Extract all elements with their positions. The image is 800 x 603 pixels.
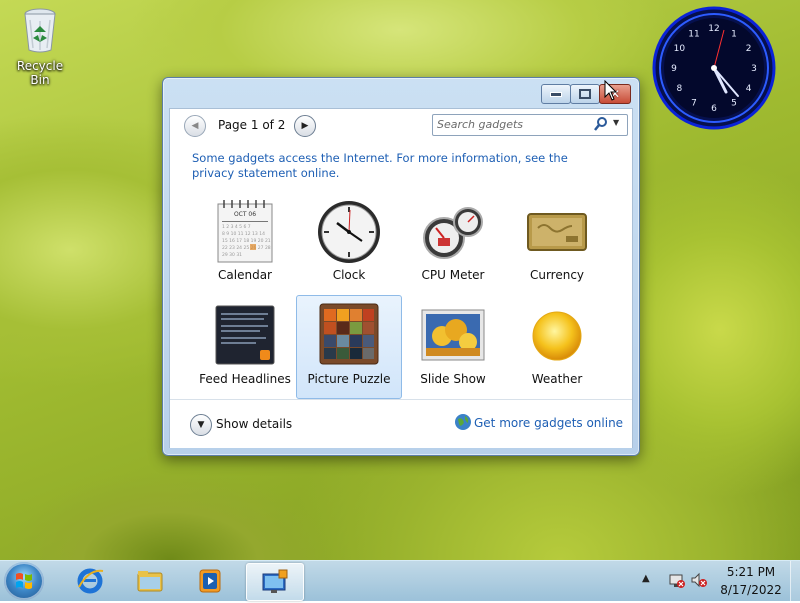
svg-text:22 23 24 25 26 27 28: 22 23 24 25 26 27 28 [222, 245, 271, 251]
svg-text:8 9 10 11 12 13 14: 8 9 10 11 12 13 14 [222, 231, 265, 237]
chevron-down-icon[interactable]: ▼ [613, 118, 619, 127]
taskbar-internet-explorer[interactable] [62, 563, 118, 599]
clock-numeral: 8 [677, 84, 683, 94]
gadget-feed-headlines[interactable]: Feed Headlines [192, 295, 298, 399]
gadget-label: Clock [332, 268, 366, 282]
clock-numeral: 3 [751, 64, 757, 74]
recycle-bin-icon [24, 8, 56, 53]
windows-explorer-icon [137, 571, 163, 592]
desktop: Recycle Bin 12 1 2 3 4 5 6 7 8 9 10 11 ✕ ◀ Page 1 o… [0, 0, 800, 560]
gallery-footer: ▼ Show details Get more gadgets online [170, 399, 632, 448]
gadget-slide-show[interactable]: Slide Show [400, 295, 506, 399]
clock-numeral: 10 [674, 44, 686, 54]
taskbar: ▲ 5:21 PM 8/17/2022 [0, 560, 800, 601]
next-page-button[interactable]: ▶ [294, 115, 316, 137]
gadget-label: Weather [531, 372, 583, 386]
taskbar-windows-explorer[interactable] [122, 563, 178, 599]
gadget-label: Picture Puzzle [307, 372, 391, 386]
minimize-button[interactable] [541, 84, 571, 104]
media-player-icon [199, 569, 221, 593]
clock-numeral: 2 [746, 44, 752, 54]
gadgets-content: ◀ Page 1 of 2 ▶ ▼ Some gadgets access th… [169, 108, 633, 448]
maximize-button[interactable] [570, 84, 600, 104]
globe-icon [455, 414, 471, 430]
clock-gadget[interactable]: 12 12 3 45 6 789 1011 [652, 6, 776, 130]
clock-numeral: 9 [671, 64, 677, 74]
minimize-icon [550, 91, 562, 97]
volume-icon[interactable] [690, 571, 708, 589]
show-hidden-icons-button[interactable]: ▲ [642, 573, 650, 584]
gadget-clock[interactable]: Clock [296, 191, 402, 295]
slide-show-icon [421, 309, 485, 361]
gadget-label: Currency [529, 268, 585, 282]
mouse-cursor-icon [604, 80, 618, 101]
clock-numeral: 5 [731, 99, 737, 109]
gallery-toolbar: ◀ Page 1 of 2 ▶ ▼ [170, 109, 632, 143]
search-input[interactable] [437, 117, 587, 131]
windows-logo-icon [16, 573, 32, 589]
arrow-right-icon: ▶ [301, 121, 309, 131]
picture-puzzle-icon [319, 303, 379, 365]
taskbar-media-player[interactable] [182, 563, 238, 599]
get-more-gadgets-link[interactable]: Get more gadgets online [474, 416, 623, 430]
search-icon[interactable] [593, 116, 609, 132]
feed-headlines-icon [215, 305, 275, 365]
svg-text:1 2 3 4 5 6 7: 1 2 3 4 5 6 7 [222, 224, 251, 230]
gadgets-window: ✕ ◀ Page 1 of 2 ▶ ▼ Some gadgets access … [162, 77, 640, 456]
gadget-label: CPU Meter [421, 268, 485, 282]
gadget-cpu-meter[interactable]: CPU Meter [400, 191, 506, 295]
search-box: ▼ [432, 114, 628, 136]
internet-explorer-icon [77, 568, 104, 594]
page-indicator: Page 1 of 2 [218, 118, 286, 132]
gadgets-icon [262, 569, 288, 593]
previous-page-button[interactable]: ◀ [184, 115, 206, 137]
gadget-label: Feed Headlines [199, 372, 291, 386]
recycle-bin-label: Recycle Bin [16, 59, 64, 87]
clock-numeral: 1 [731, 29, 737, 39]
arrow-left-icon: ◀ [191, 121, 199, 131]
clock-icon [318, 201, 380, 263]
chevron-down-icon: ▼ [197, 420, 205, 430]
calendar-icon: OCT 06 1 2 3 4 5 6 78 9 10 11 12 13 14 1… [217, 200, 273, 263]
gadget-currency[interactable]: Currency [504, 191, 610, 295]
privacy-link[interactable]: Some gadgets access the Internet. For mo… [192, 151, 612, 181]
currency-icon [527, 213, 587, 251]
cpu-meter-icon [423, 207, 483, 259]
clock-numeral: 11 [688, 29, 699, 39]
clock-numeral: 4 [746, 84, 752, 94]
gadget-weather[interactable]: Weather [504, 295, 610, 399]
taskbar-gadgets[interactable] [246, 563, 304, 601]
start-button[interactable] [4, 562, 44, 600]
svg-text:29 30 31: 29 30 31 [222, 252, 242, 258]
gadget-picture-puzzle[interactable]: Picture Puzzle [296, 295, 402, 399]
show-desktop-button[interactable] [790, 561, 800, 601]
show-details-label[interactable]: Show details [216, 417, 292, 431]
gadget-label: Slide Show [420, 372, 486, 386]
gadget-calendar[interactable]: OCT 06 1 2 3 4 5 6 78 9 10 11 12 13 14 1… [192, 191, 298, 295]
clock-numeral: 6 [711, 104, 717, 114]
maximize-icon [579, 89, 591, 99]
gadget-label: Calendar [218, 268, 272, 282]
taskbar-clock-date[interactable]: 8/17/2022 [716, 583, 786, 597]
clock-numeral: 7 [691, 99, 697, 109]
network-icon[interactable] [668, 571, 686, 589]
svg-text:15 16 17 18 19 20 21: 15 16 17 18 19 20 21 [222, 238, 271, 244]
calendar-month: OCT 06 [234, 211, 256, 218]
weather-icon [532, 311, 582, 361]
clock-numeral: 12 [708, 24, 719, 34]
gadget-grid: OCT 06 1 2 3 4 5 6 78 9 10 11 12 13 14 1… [192, 191, 612, 401]
recycle-bin-shortcut[interactable]: Recycle Bin [6, 6, 74, 87]
taskbar-clock-time[interactable]: 5:21 PM [716, 565, 786, 579]
show-details-button[interactable]: ▼ [190, 414, 212, 436]
